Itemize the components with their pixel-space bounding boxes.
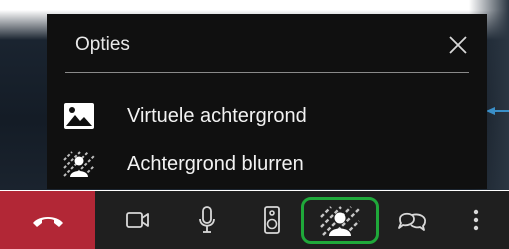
blur-background-label: Achtergrond blurren <box>127 152 304 175</box>
hang-up-button[interactable] <box>0 191 95 249</box>
panel-title: Opties <box>75 34 130 55</box>
chat-icon <box>398 212 426 231</box>
blur-background-icon <box>61 149 97 179</box>
options-panel: Opties Virtuele achtergrond Achtergrond … <box>47 14 487 189</box>
background-effects-button[interactable] <box>301 197 379 244</box>
call-toolbar <box>0 191 509 249</box>
pointer-arrow-icon <box>486 107 509 115</box>
close-icon[interactable] <box>445 32 471 58</box>
video-camera-icon <box>126 212 149 228</box>
blur-background-icon <box>320 205 360 236</box>
blur-background-option[interactable]: Achtergrond blurren <box>61 145 461 183</box>
image-icon <box>61 101 97 131</box>
more-options-button[interactable] <box>465 200 487 240</box>
virtual-background-label: Virtuele achtergrond <box>127 104 307 127</box>
microphone-icon <box>199 206 215 233</box>
chat-button[interactable] <box>394 200 430 240</box>
more-vertical-icon <box>473 209 479 231</box>
divider <box>65 72 469 73</box>
virtual-background-option[interactable]: Virtuele achtergrond <box>61 97 461 135</box>
speaker-icon <box>264 206 280 234</box>
speaker-button[interactable] <box>255 200 289 240</box>
camera-button[interactable] <box>118 200 158 240</box>
phone-hangup-icon <box>32 217 63 227</box>
microphone-button[interactable] <box>190 200 224 240</box>
